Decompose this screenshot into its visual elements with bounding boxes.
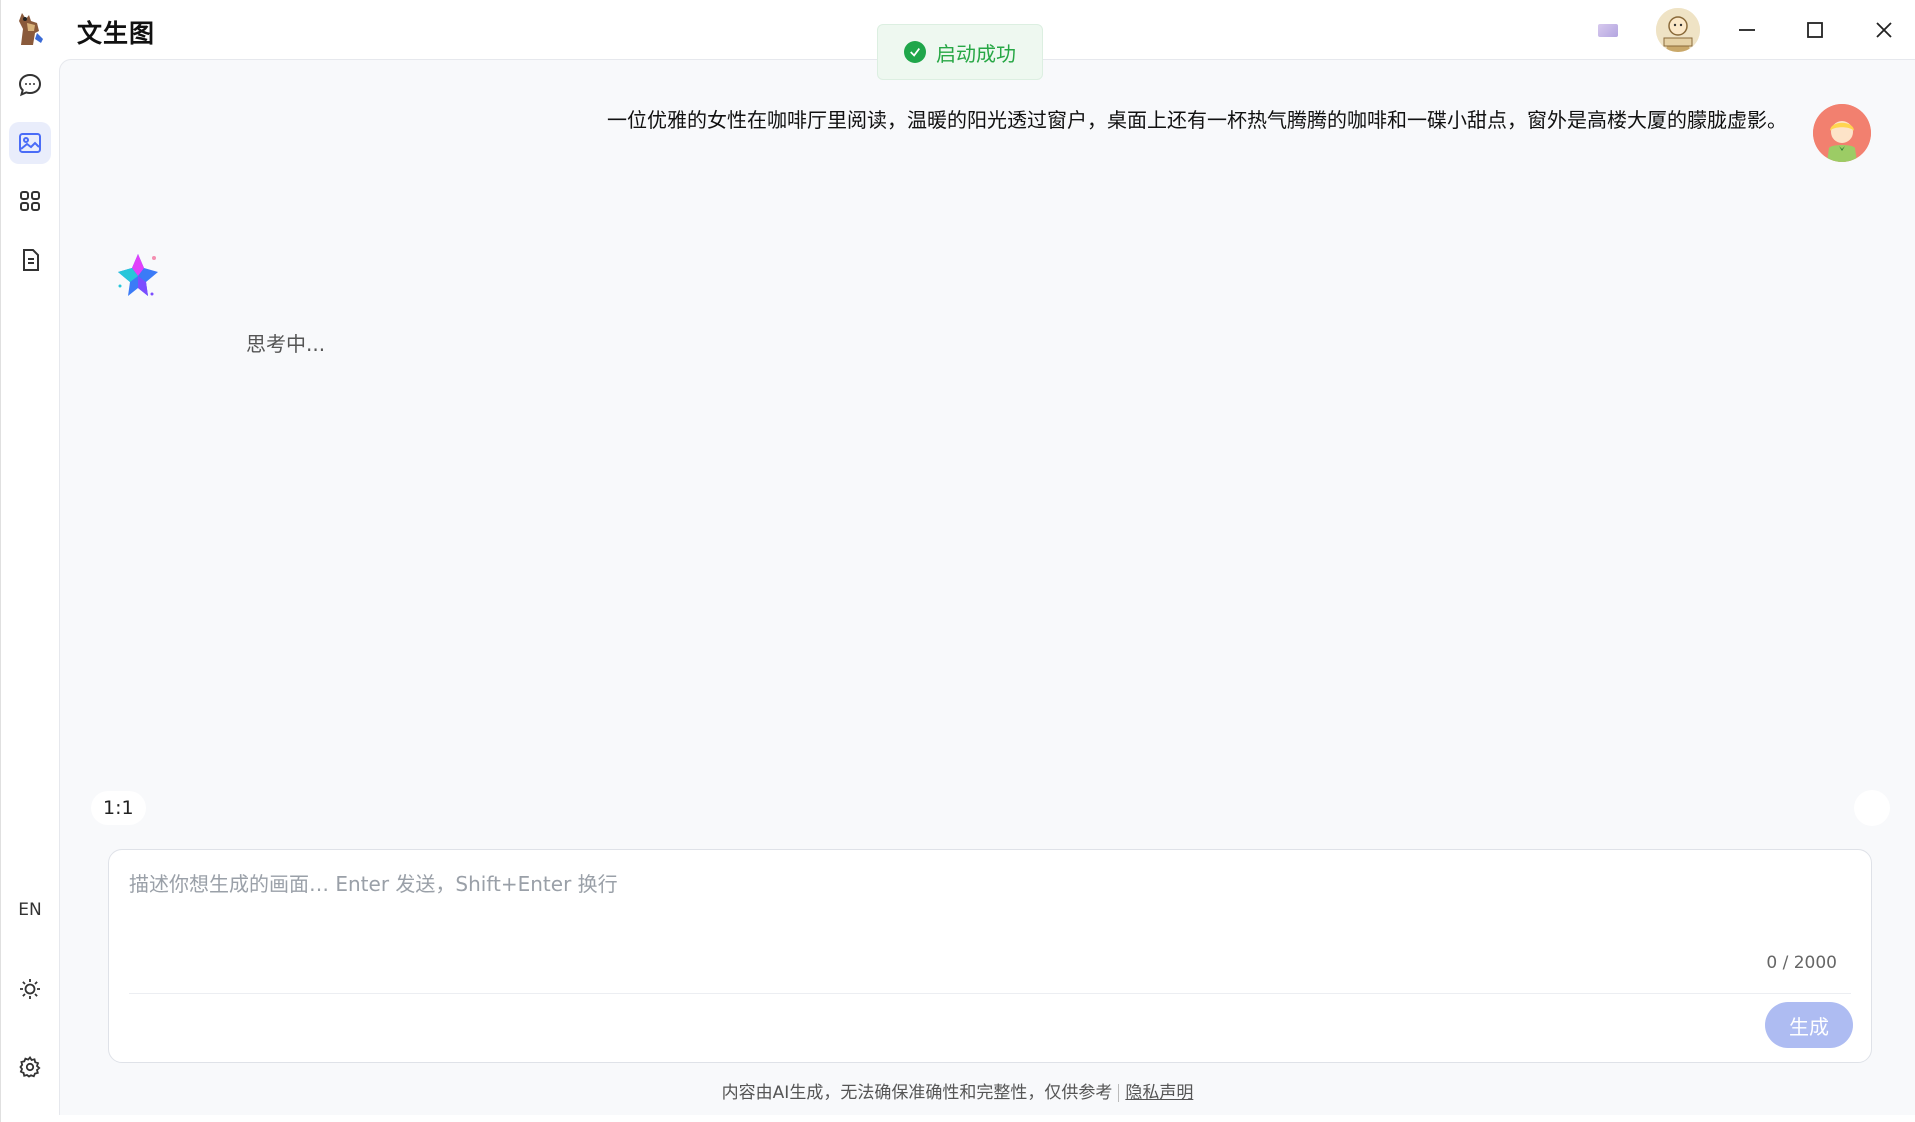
theme-toggle-button[interactable] — [15, 974, 45, 1004]
footer-separator — [1118, 1084, 1120, 1102]
success-toast: 启动成功 — [877, 24, 1043, 80]
footer-disclaimer: 内容由AI生成，无法确保准确性和完整性，仅供参考 隐私声明 — [0, 1078, 1915, 1103]
mini-thumbnail[interactable] — [1598, 24, 1618, 37]
sidebar-item-apps[interactable] — [9, 180, 51, 222]
apps-grid-icon — [20, 191, 40, 211]
window-title: 文生图 — [77, 19, 156, 48]
maximize-icon — [1807, 22, 1823, 38]
check-circle-icon — [904, 41, 926, 63]
toast-message: 启动成功 — [936, 41, 1016, 66]
scroll-circle-button[interactable] — [1854, 790, 1890, 826]
user-avatar — [1813, 104, 1871, 162]
left-sidebar: EN — [0, 0, 58, 1122]
privacy-link[interactable]: 隐私声明 — [1125, 1083, 1193, 1103]
assistant-avatar-icon — [114, 252, 162, 300]
gear-icon — [19, 1055, 41, 1078]
profile-avatar[interactable] — [1656, 8, 1700, 52]
minimize-icon — [1739, 29, 1755, 31]
close-icon — [1876, 22, 1892, 38]
sun-icon — [20, 979, 40, 999]
chat-bubble-icon — [18, 73, 42, 97]
sidebar-item-chat[interactable] — [9, 64, 51, 106]
generate-button[interactable]: 生成 — [1765, 1002, 1853, 1048]
composer-divider — [129, 993, 1851, 994]
sidebar-item-image[interactable] — [9, 122, 51, 164]
image-icon — [19, 133, 41, 153]
maximize-button[interactable] — [1795, 10, 1835, 50]
sidebar-item-document[interactable] — [9, 239, 51, 281]
aspect-ratio-selector[interactable]: 1:1 — [91, 791, 146, 825]
app-logo-icon — [13, 9, 47, 47]
language-toggle[interactable]: EN — [1, 900, 59, 920]
prompt-input[interactable] — [129, 868, 1849, 928]
document-icon — [23, 249, 39, 271]
thinking-status: 思考中... — [246, 332, 326, 356]
disclaimer-text: 内容由AI生成，无法确保准确性和完整性，仅供参考 — [721, 1083, 1113, 1103]
user-message: 一位优雅的女性在咖啡厅里阅读，温暖的阳光透过窗户，桌面上还有一杯热气腾腾的咖啡和… — [607, 108, 1787, 132]
prompt-composer: 0 / 2000 生成 — [108, 849, 1872, 1063]
close-button[interactable] — [1864, 10, 1904, 50]
minimize-button[interactable] — [1727, 10, 1767, 50]
character-counter: 0 / 2000 — [1766, 953, 1837, 973]
